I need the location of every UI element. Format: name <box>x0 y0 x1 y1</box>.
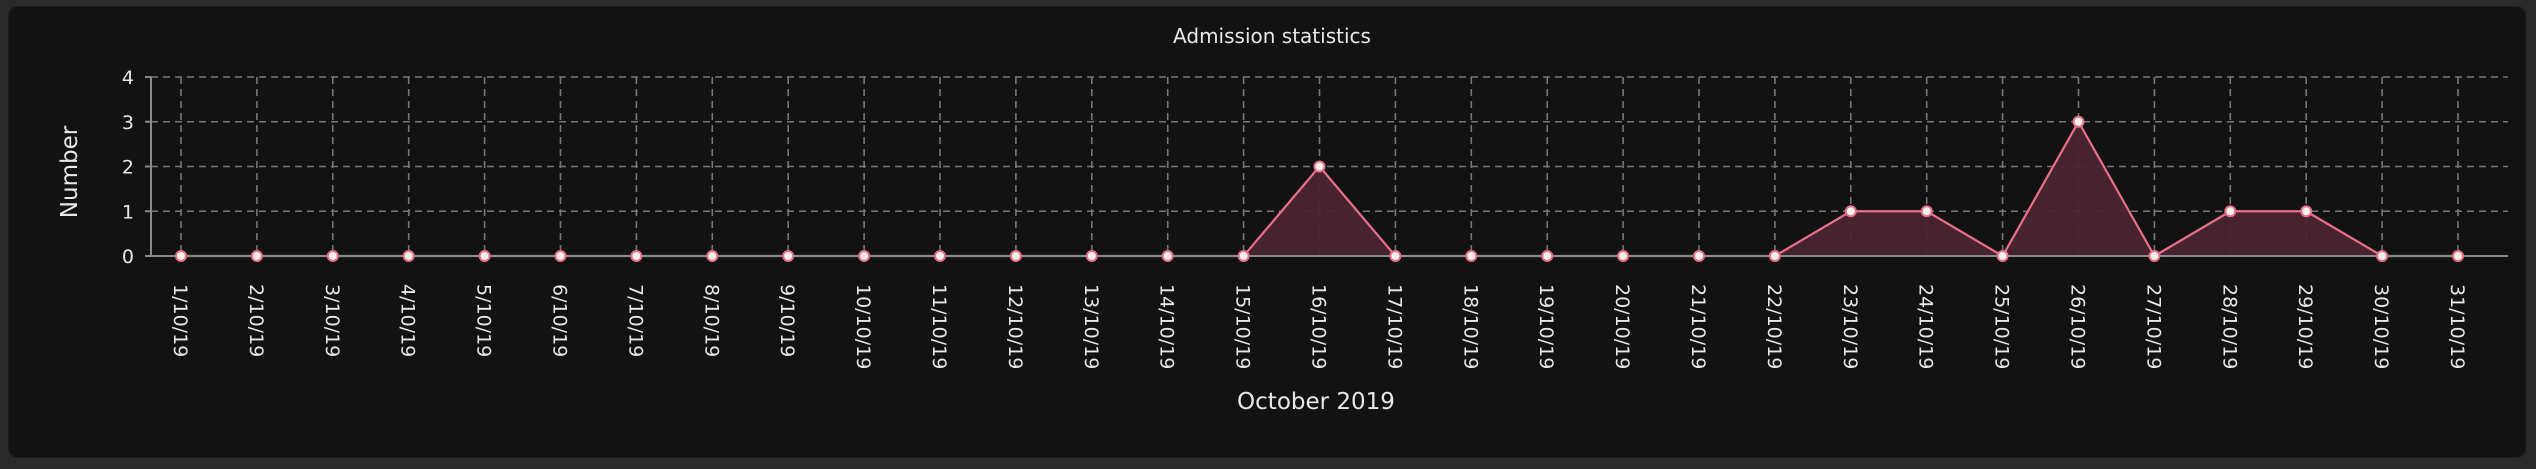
x-tick-label: 21/10/19 <box>1687 284 1709 369</box>
y-tick-label: 0 <box>122 246 134 268</box>
data-point <box>326 250 339 262</box>
x-tick-label: 23/10/19 <box>1839 284 1861 369</box>
data-point <box>630 250 643 262</box>
x-tick-label: 29/10/19 <box>2294 284 2316 369</box>
x-tick-label: 12/10/19 <box>1004 284 1026 369</box>
x-tick-label: 30/10/19 <box>2370 284 2392 369</box>
chart-title: Admission statistics <box>1173 24 1371 48</box>
data-point <box>478 250 491 262</box>
x-tick-label: 3/10/19 <box>321 284 343 357</box>
x-tick-layer: 1/10/19 2/10/19 3/10/19 4/10/19 5/10/19 6/10/… <box>169 284 2468 369</box>
data-point <box>175 250 187 262</box>
x-tick-label: 25/10/19 <box>1991 284 2013 369</box>
data-point <box>1085 250 1098 262</box>
x-tick-label: 16/10/19 <box>1308 284 1330 369</box>
data-point <box>1996 250 2009 262</box>
x-tick-label: 26/10/19 <box>2067 284 2089 369</box>
x-tick-label: 20/10/19 <box>1611 284 1633 369</box>
data-point <box>2224 205 2237 218</box>
x-tick-label: 2/10/19 <box>245 284 267 357</box>
x-tick-label: 28/10/19 <box>2218 284 2240 369</box>
data-point <box>706 250 719 262</box>
data-point <box>1541 250 1554 262</box>
data-point <box>1237 250 1250 262</box>
x-tick-label: 22/10/19 <box>1763 284 1785 369</box>
data-point <box>1844 205 1857 218</box>
data-point <box>1009 250 1022 262</box>
data-point <box>934 250 946 262</box>
data-point <box>2148 250 2161 262</box>
x-axis-label: October 2019 <box>1237 389 1395 415</box>
y-tick-label: 4 <box>122 67 134 89</box>
data-point <box>1389 250 1402 262</box>
x-tick-label: 31/10/19 <box>2446 284 2468 369</box>
x-tick-label: 9/10/19 <box>776 284 798 357</box>
data-point <box>782 250 795 262</box>
x-tick-label: 18/10/19 <box>1459 284 1481 369</box>
data-point <box>1313 160 1326 173</box>
y-axis-label: Number <box>57 125 83 218</box>
data-point <box>1693 250 1705 262</box>
x-tick-label: 4/10/19 <box>397 284 419 357</box>
x-tick-label: 6/10/19 <box>549 284 571 357</box>
data-point <box>1768 250 1781 262</box>
y-tick-layer: 0 1 2 3 4 <box>122 67 151 268</box>
x-tick-label: 5/10/19 <box>473 284 495 357</box>
x-tick-label: 11/10/19 <box>928 284 950 369</box>
chart-panel: Admission statistics 0 1 2 3 4 1/10/19 2/10/1… <box>8 6 2526 458</box>
data-point <box>250 250 263 262</box>
y-tick-label: 1 <box>122 201 134 223</box>
data-point <box>2452 250 2464 262</box>
data-point <box>554 250 567 262</box>
data-point <box>1465 250 1478 262</box>
y-tick-label: 2 <box>122 157 134 179</box>
data-point <box>1920 205 1933 218</box>
x-tick-label: 14/10/19 <box>1156 284 1178 369</box>
x-tick-label: 8/10/19 <box>700 284 722 357</box>
x-tick-label: 10/10/19 <box>852 284 874 369</box>
x-tick-label: 17/10/19 <box>1383 284 1405 369</box>
data-point <box>1161 250 1174 262</box>
data-point <box>1617 250 1630 262</box>
x-tick-label: 24/10/19 <box>1915 284 1937 369</box>
x-tick-label: 13/10/19 <box>1080 284 1102 369</box>
data-point <box>2072 115 2085 128</box>
data-point <box>858 250 871 262</box>
data-point <box>402 250 415 262</box>
x-tick-label: 27/10/19 <box>2142 284 2164 369</box>
admission-chart: Admission statistics 0 1 2 3 4 1/10/19 2/10/1… <box>57 24 2508 415</box>
x-tick-label: 1/10/19 <box>169 284 191 357</box>
data-point <box>2300 205 2313 218</box>
x-tick-label: 19/10/19 <box>1535 284 1557 369</box>
x-tick-label: 15/10/19 <box>1232 284 1254 369</box>
y-tick-label: 3 <box>122 112 134 134</box>
data-point <box>2376 250 2389 262</box>
x-tick-label: 7/10/19 <box>624 284 646 357</box>
